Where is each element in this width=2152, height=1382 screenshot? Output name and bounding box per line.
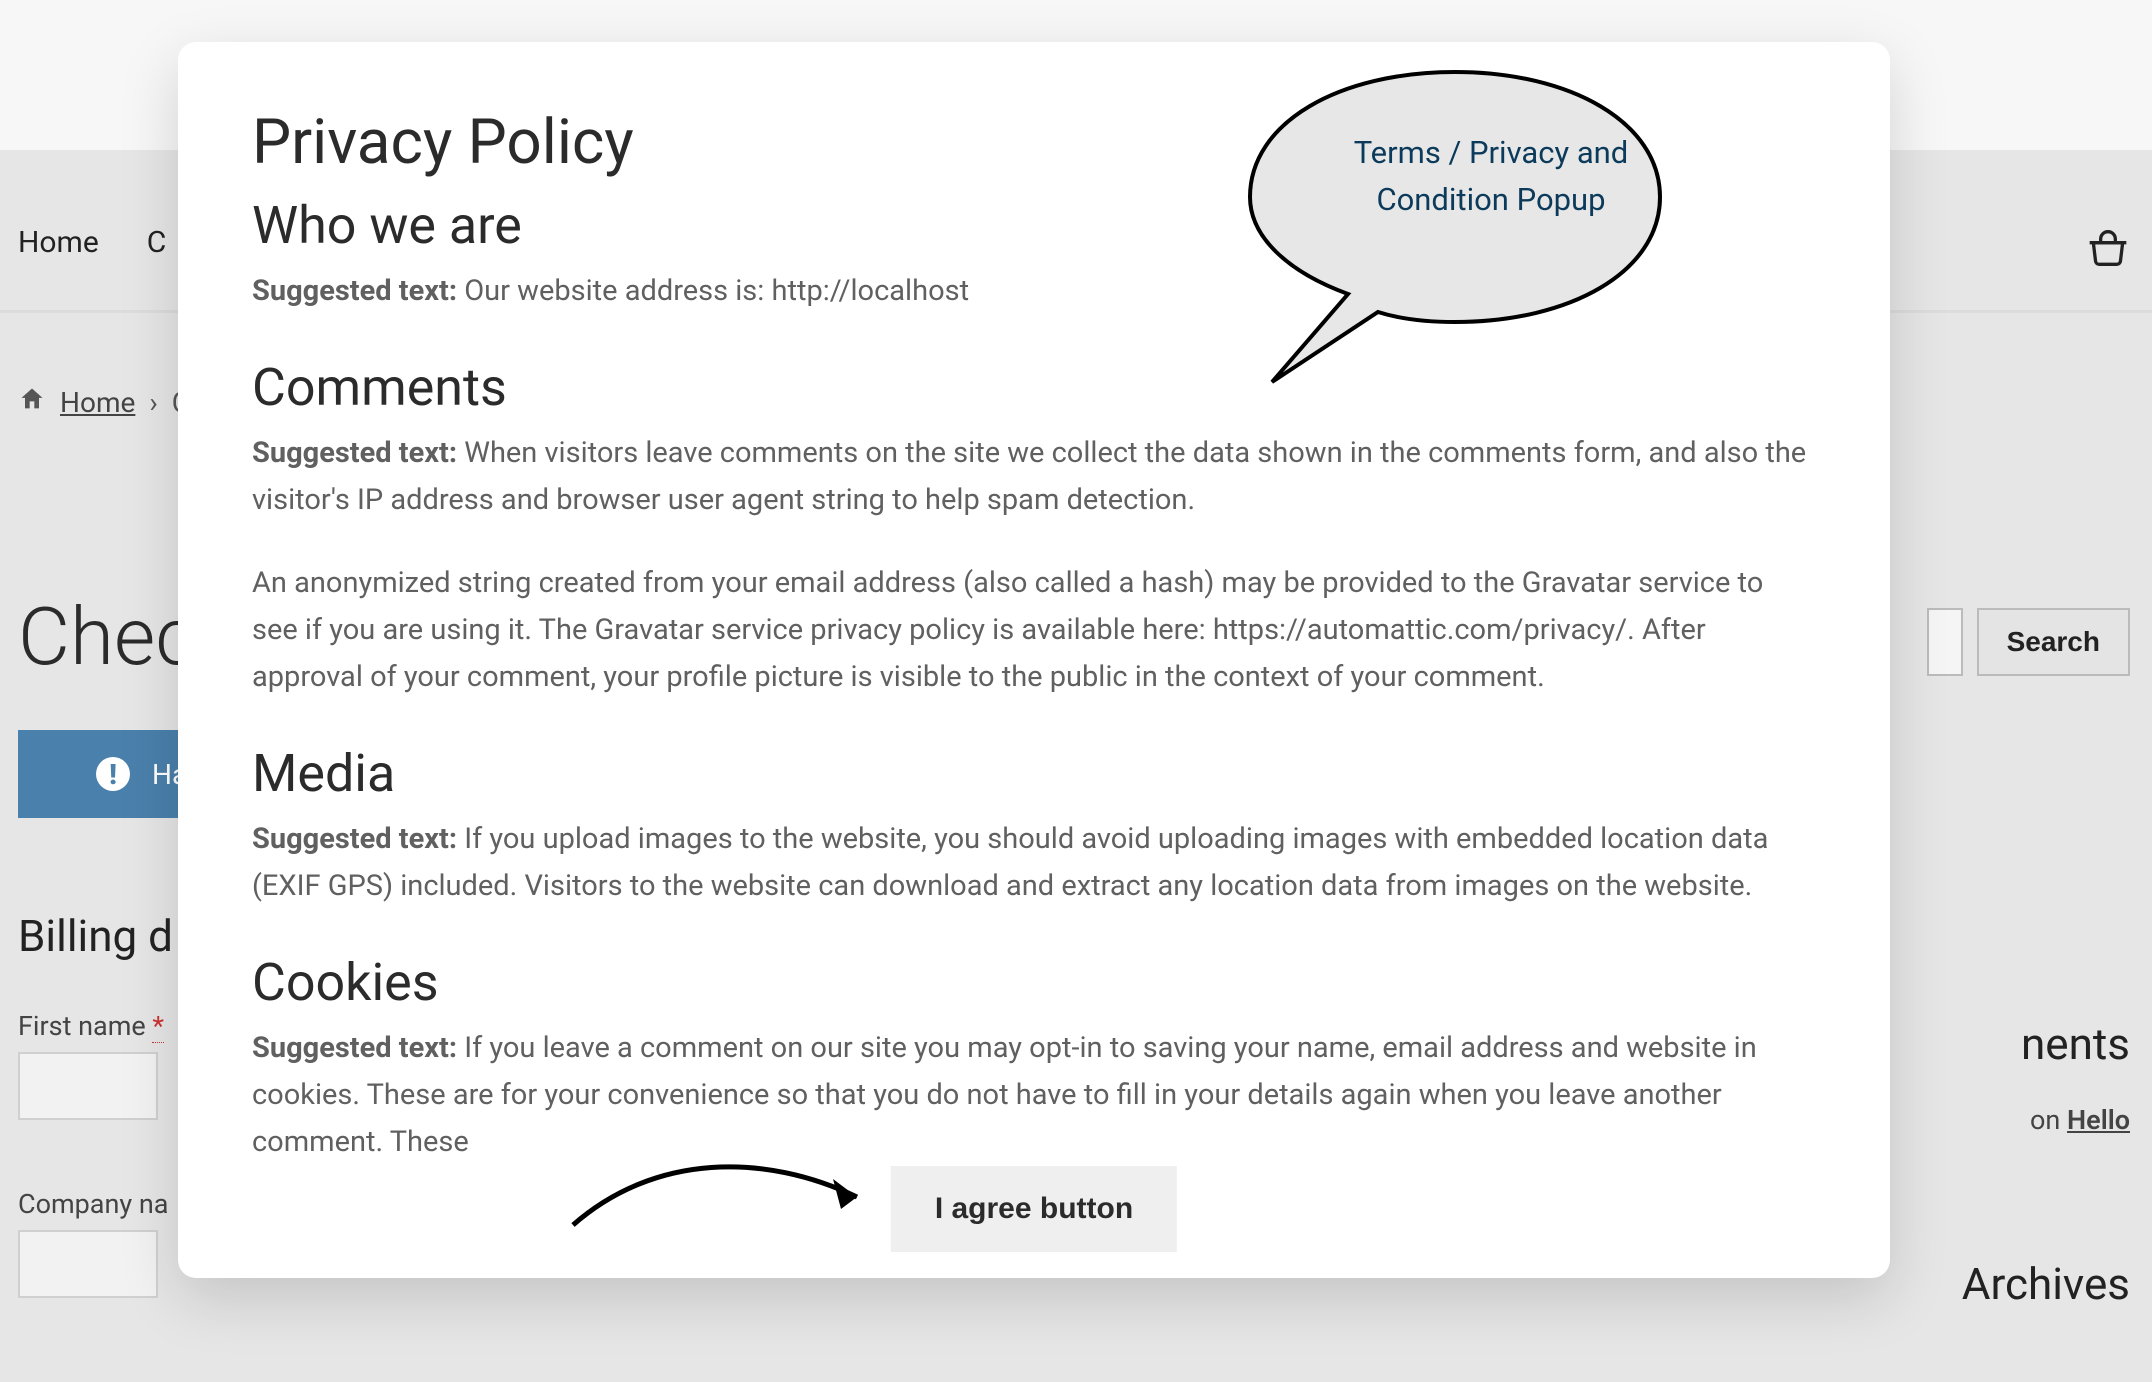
company-field[interactable]	[18, 1230, 158, 1298]
breadcrumb-separator: ›	[149, 386, 157, 419]
billing-heading: Billing d	[18, 910, 173, 962]
agree-button[interactable]: I agree button	[891, 1166, 1177, 1252]
modal-title: Privacy Policy	[252, 106, 1816, 179]
home-icon	[18, 385, 46, 420]
search-button[interactable]: Search	[1977, 608, 2130, 676]
sidebar-comment-item: on Hello	[2030, 1104, 2130, 1136]
coupon-notice[interactable]: ! Ha	[18, 730, 178, 818]
comments-text-1: Suggested text: When visitors leave comm…	[252, 430, 1816, 524]
page-title: Chec	[18, 590, 197, 684]
nav-home[interactable]: Home	[18, 225, 99, 260]
sidebar-archives-heading: Archives	[1962, 1258, 2130, 1310]
search-input[interactable]	[1927, 608, 1963, 676]
cookies-text: Suggested text: If you leave a comment o…	[252, 1025, 1816, 1166]
required-marker: *	[152, 1010, 164, 1043]
who-we-are-heading: Who we are	[252, 195, 1816, 256]
breadcrumb: Home › C	[18, 385, 190, 420]
sidebar-recent-comments-heading: nents	[2021, 1018, 2130, 1070]
cart-icon[interactable]	[2086, 228, 2130, 272]
media-text: Suggested text: If you upload images to …	[252, 816, 1816, 910]
company-label: Company na	[18, 1188, 168, 1220]
breadcrumb-home-link[interactable]: Home	[60, 386, 135, 419]
comments-heading: Comments	[252, 357, 1816, 418]
comments-text-2: An anonymized string created from your e…	[252, 560, 1816, 701]
who-we-are-text: Suggested text: Our website address is: …	[252, 268, 1816, 315]
cookies-heading: Cookies	[252, 952, 1816, 1013]
info-icon: !	[96, 757, 130, 791]
nav-item-partial[interactable]: C	[147, 225, 167, 260]
first-name-field[interactable]	[18, 1052, 158, 1120]
first-name-label: First name *	[18, 1010, 164, 1042]
hello-link[interactable]: Hello	[2067, 1104, 2130, 1136]
search-form: Search	[1927, 608, 2130, 676]
primary-nav: Home C	[18, 225, 166, 260]
privacy-policy-modal: Privacy Policy Who we are Suggested text…	[178, 42, 1890, 1278]
media-heading: Media	[252, 743, 1816, 804]
